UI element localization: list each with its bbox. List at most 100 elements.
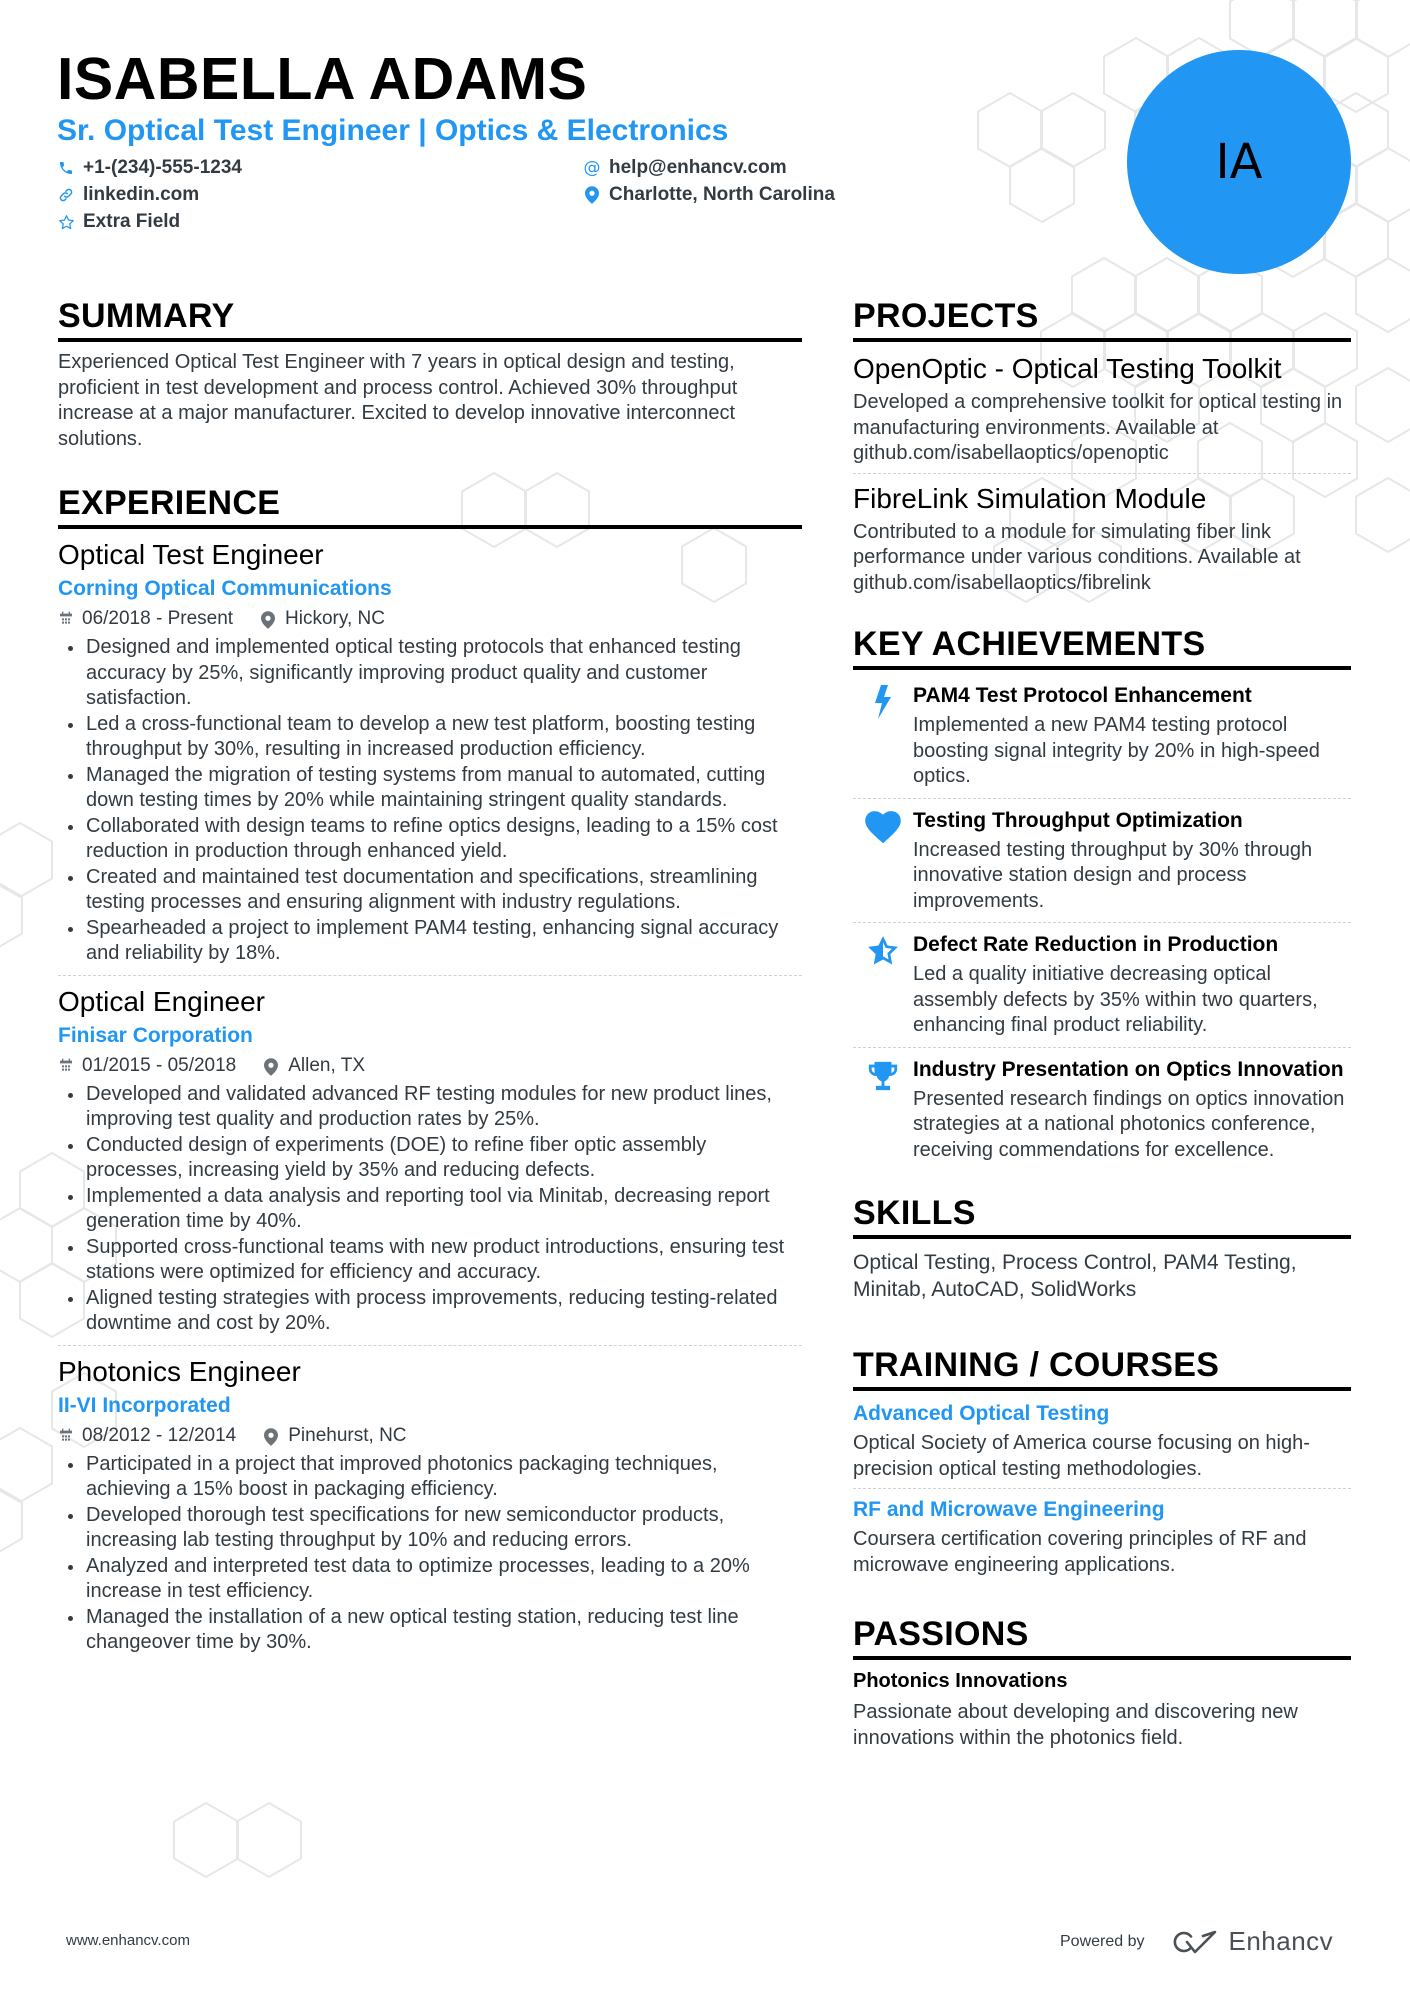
company-name[interactable]: Corning Optical Communications bbox=[58, 574, 802, 604]
achievement-description: Presented research findings on optics in… bbox=[913, 1087, 1345, 1161]
candidate-name: ISABELLA ADAMS bbox=[57, 46, 588, 112]
job-meta: 06/2018 - Present Hickory, NC bbox=[58, 604, 802, 634]
location-pin-icon bbox=[261, 611, 277, 629]
achievement-body: PAM4 Test Protocol Enhancement Implemente… bbox=[913, 682, 1351, 790]
experience-item: Optical Test Engineer Corning Optical Com… bbox=[58, 537, 802, 976]
calendar-icon bbox=[58, 611, 74, 627]
bullet-item: Managed the installation of a new optica… bbox=[58, 1605, 802, 1656]
resume-page: ISABELLA ADAMS Sr. Optical Test Engineer… bbox=[0, 0, 1410, 1995]
course-item: Advanced Optical Testing Optical Society … bbox=[853, 1399, 1351, 1489]
project-title: FibreLink Simulation Module bbox=[853, 482, 1207, 514]
job-meta: 01/2015 - 05/2018 Allen, TX bbox=[58, 1051, 802, 1081]
bullet-item: Supported cross-functional teams with ne… bbox=[58, 1235, 802, 1286]
calendar-icon bbox=[58, 1058, 74, 1074]
job-location: Pinehurst, NC bbox=[288, 1424, 407, 1446]
trophy-icon bbox=[853, 1056, 913, 1164]
job-title: Photonics Engineer bbox=[58, 1355, 301, 1387]
contact-info: +1-(234)-555-1234 @ help@enhancv.com lin… bbox=[57, 156, 877, 236]
candidate-headline: Sr. Optical Test Engineer | Optics & Ele… bbox=[57, 114, 729, 147]
projects-heading: PROJECTS bbox=[853, 296, 1351, 342]
heart-icon bbox=[853, 807, 913, 915]
bullet-item: Developed thorough test specifications f… bbox=[58, 1503, 802, 1554]
job-bullets: Participated in a project that improved … bbox=[58, 1452, 802, 1656]
skills-section: SKILLS Optical Testing, Process Control,… bbox=[853, 1193, 1351, 1303]
project-description: Developed a comprehensive toolkit for op… bbox=[853, 391, 1343, 464]
achievement-title: Testing Throughput Optimization bbox=[913, 808, 1243, 832]
achievement-title: Industry Presentation on Optics Innovati… bbox=[913, 1057, 1344, 1081]
projects-list: OpenOptic - Optical Testing Toolkit Devel… bbox=[853, 350, 1351, 602]
email-text: help@enhancv.com bbox=[609, 157, 787, 178]
bullet-item: Designed and implemented optical testing… bbox=[58, 635, 802, 712]
passion-title: Photonics Innovations bbox=[853, 1670, 1068, 1692]
project-title: OpenOptic - Optical Testing Toolkit bbox=[853, 353, 1282, 384]
achievements-list: PAM4 Test Protocol Enhancement Implemente… bbox=[853, 678, 1351, 1171]
bullet-item: Led a cross-functional team to develop a… bbox=[58, 712, 802, 763]
location-pin-icon bbox=[264, 1057, 280, 1076]
achievement-title: PAM4 Test Protocol Enhancement bbox=[913, 684, 1252, 707]
project-description: Contributed to a module for simulating f… bbox=[853, 520, 1301, 594]
job-bullets: Designed and implemented optical testing… bbox=[58, 635, 802, 967]
job-dates: 01/2015 - 05/2018 bbox=[82, 1054, 237, 1076]
extra-text: Extra Field bbox=[83, 211, 181, 232]
left-column: SUMMARY Experienced Optical Test Enginee… bbox=[58, 296, 802, 1694]
passions-heading: PASSIONS bbox=[853, 1614, 1351, 1660]
phone-text: +1-(234)-555-1234 bbox=[83, 157, 242, 178]
experience-item: Photonics Engineer II-VI Incorporated 08/2… bbox=[58, 1354, 802, 1664]
bullet-item: Analyzed and interpreted test data to op… bbox=[58, 1554, 802, 1605]
contact-website[interactable]: linkedin.com bbox=[57, 183, 199, 207]
job-location: Allen, TX bbox=[288, 1054, 365, 1076]
course-description: Optical Society of America course focusi… bbox=[853, 1432, 1310, 1480]
right-column: PROJECTS OpenOptic - Optical Testing Too… bbox=[853, 296, 1351, 1781]
job-dates: 08/2012 - 12/2014 bbox=[82, 1424, 237, 1446]
bullet-item: Aligned testing strategies with process … bbox=[58, 1286, 802, 1337]
footer-website[interactable]: www.enhancv.com bbox=[66, 1932, 190, 1949]
achievement-body: Defect Rate Reduction in Production Led a… bbox=[913, 931, 1351, 1039]
passion-description: Passionate about developing and discover… bbox=[853, 1701, 1298, 1749]
course-description: Coursera certification covering principl… bbox=[853, 1528, 1307, 1576]
achievement-item: Defect Rate Reduction in Production Led a… bbox=[853, 927, 1351, 1048]
training-section: TRAINING / COURSES Advanced Optical Test… bbox=[853, 1345, 1351, 1584]
passions-section: PASSIONS Photonics Innovations Passionate… bbox=[853, 1614, 1351, 1751]
bullet-item: Conducted design of experiments (DOE) to… bbox=[58, 1133, 802, 1184]
project-item: FibreLink Simulation Module Contributed t… bbox=[853, 480, 1351, 603]
avatar: IA bbox=[1127, 50, 1351, 274]
achievement-description: Implemented a new PAM4 testing protocol … bbox=[913, 714, 1320, 787]
bullet-item: Participated in a project that improved … bbox=[58, 1452, 802, 1503]
company-name[interactable]: II-VI Incorporated bbox=[58, 1391, 802, 1421]
footer-branding: Powered by Enhancv bbox=[1060, 1926, 1333, 1957]
training-list: Advanced Optical Testing Optical Society … bbox=[853, 1399, 1351, 1584]
bullet-item: Managed the migration of testing systems… bbox=[58, 763, 802, 814]
job-meta: 08/2012 - 12/2014 Pinehurst, NC bbox=[58, 1421, 802, 1451]
bullet-item: Developed and validated advanced RF test… bbox=[58, 1082, 802, 1133]
job-location: Hickory, NC bbox=[285, 608, 385, 629]
lightning-bolt-icon bbox=[853, 682, 913, 790]
link-icon bbox=[57, 186, 75, 204]
location-text: Charlotte, North Carolina bbox=[609, 184, 835, 205]
achievement-item: PAM4 Test Protocol Enhancement Implemente… bbox=[853, 678, 1351, 799]
enhancv-logo[interactable]: Enhancv bbox=[1173, 1926, 1334, 1957]
website-text: linkedin.com bbox=[83, 184, 200, 205]
company-name[interactable]: Finisar Corporation bbox=[58, 1021, 802, 1051]
bullet-item: Spearheaded a project to implement PAM4 … bbox=[58, 916, 802, 967]
location-pin-icon bbox=[583, 186, 601, 204]
star-outline-icon bbox=[57, 213, 75, 231]
achievement-item: Industry Presentation on Optics Innovati… bbox=[853, 1052, 1351, 1172]
enhancv-brand-text: Enhancv bbox=[1228, 1926, 1334, 1956]
bullet-item: Collaborated with design teams to refine… bbox=[58, 814, 802, 865]
avatar-initials: IA bbox=[1215, 134, 1263, 190]
contact-location: Charlotte, North Carolina bbox=[583, 183, 835, 207]
achievement-body: Testing Throughput Optimization Increased… bbox=[913, 807, 1351, 915]
projects-section: PROJECTS OpenOptic - Optical Testing Too… bbox=[853, 296, 1351, 602]
contact-phone[interactable]: +1-(234)-555-1234 bbox=[57, 156, 242, 180]
experience-list: Optical Test Engineer Corning Optical Com… bbox=[58, 537, 802, 1664]
star-half-icon bbox=[853, 931, 913, 1039]
achievement-body: Industry Presentation on Optics Innovati… bbox=[913, 1056, 1351, 1164]
powered-by-text: Powered by bbox=[1060, 1932, 1145, 1950]
achievements-section: KEY ACHIEVEMENTS PAM4 Test Protocol Enha… bbox=[853, 624, 1351, 1171]
job-title: Optical Engineer bbox=[58, 985, 266, 1017]
skills-heading: SKILLS bbox=[853, 1193, 1351, 1239]
phone-icon bbox=[57, 159, 75, 177]
contact-email[interactable]: @ help@enhancv.com bbox=[583, 156, 787, 180]
course-item: RF and Microwave Engineering Coursera cer… bbox=[853, 1495, 1351, 1584]
project-item: OpenOptic - Optical Testing Toolkit Devel… bbox=[853, 350, 1351, 474]
